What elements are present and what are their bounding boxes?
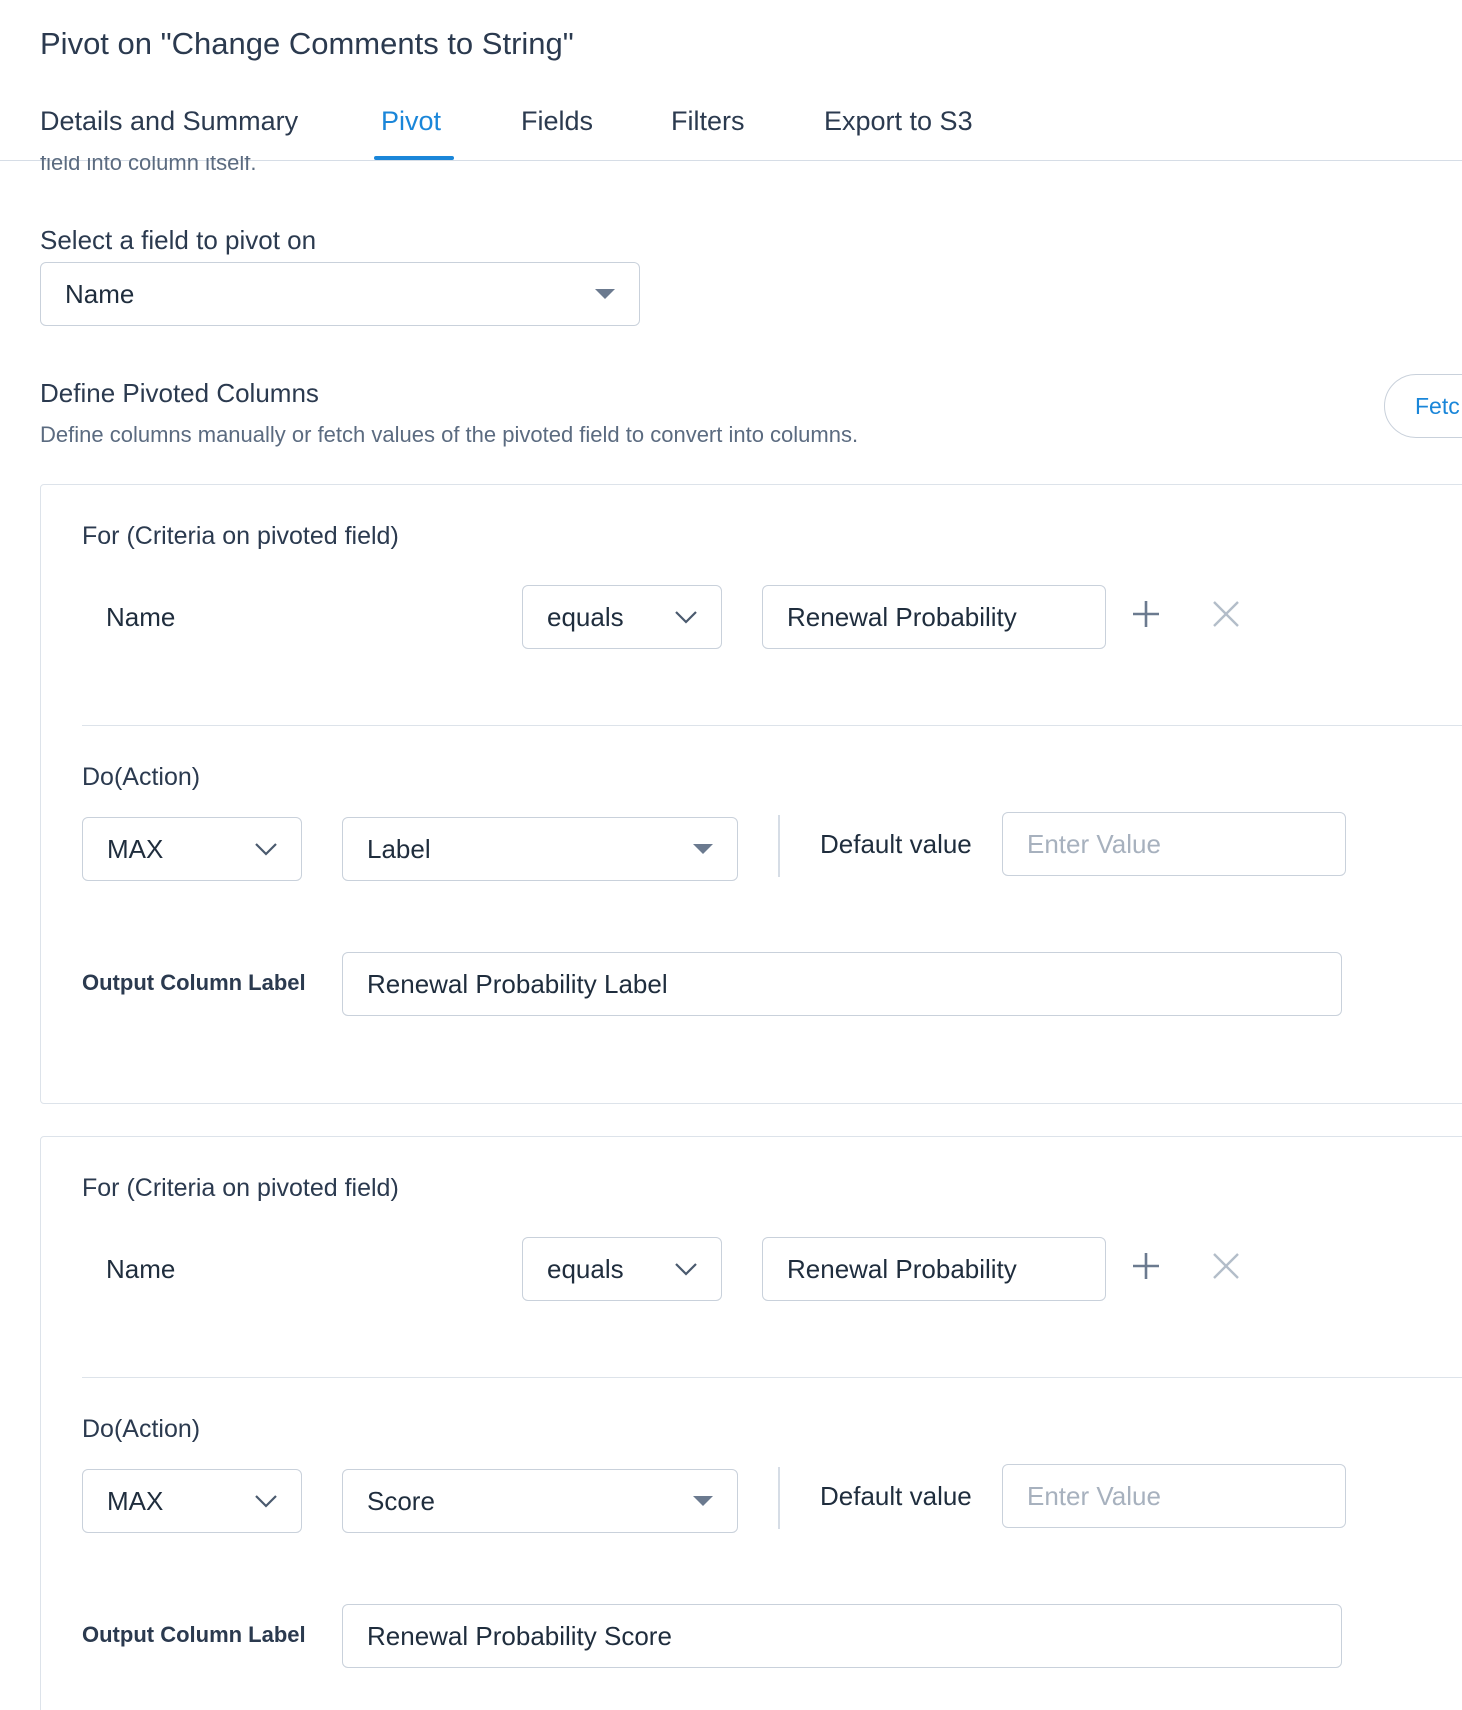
fetch-values-button[interactable]: Fetc [1384, 374, 1462, 438]
default-value-label: Default value [820, 829, 972, 859]
criteria-operator-value: equals [547, 1253, 624, 1284]
criteria-field-name: Name [106, 1254, 176, 1284]
default-value-input[interactable] [1002, 812, 1346, 876]
criteria-operator-select[interactable]: equals [522, 585, 722, 649]
action-title: Do(Action) [82, 1415, 201, 1443]
criteria-value-input[interactable]: Renewal Probability [762, 1237, 1106, 1301]
chevron-down-icon [673, 604, 699, 630]
action-divider [778, 1467, 780, 1529]
output-column-label: Output Column Label [82, 970, 306, 995]
default-value-field[interactable] [1027, 1480, 1345, 1512]
output-column-value: Renewal Probability Score [367, 1620, 672, 1651]
tab-export-to-s3[interactable]: Export to S3 [824, 106, 973, 137]
page-title: Pivot on "Change Comments to String" [40, 26, 574, 61]
criteria-title: For (Criteria on pivoted field) [82, 522, 399, 550]
output-column-input[interactable]: Renewal Probability Label [342, 952, 1342, 1016]
remove-criteria-icon[interactable] [1206, 1246, 1246, 1286]
fetch-values-button-label: Fetc [1415, 392, 1460, 419]
pivot-field-select-value: Name [65, 278, 135, 309]
action-field-select[interactable]: Label [342, 817, 738, 881]
action-field-value: Score [367, 1485, 435, 1516]
criteria-operator-value: equals [547, 601, 624, 632]
action-title: Do(Action) [82, 763, 201, 791]
action-field-select[interactable]: Score [342, 1469, 738, 1533]
tab-fields[interactable]: Fields [521, 106, 593, 137]
add-criteria-icon[interactable] [1126, 1246, 1166, 1286]
define-pivoted-columns-title: Define Pivoted Columns [40, 378, 319, 408]
aggregate-value: MAX [107, 833, 164, 864]
output-column-input[interactable]: Renewal Probability Score [342, 1604, 1342, 1668]
criteria-value-text: Renewal Probability [787, 1253, 1017, 1284]
action-field-value: Label [367, 833, 431, 864]
aggregate-value: MAX [107, 1485, 164, 1516]
remove-criteria-icon[interactable] [1206, 594, 1246, 634]
caret-down-icon [595, 289, 615, 299]
output-column-label: Output Column Label [82, 1622, 306, 1647]
select-field-label: Select a field to pivot on [40, 225, 317, 255]
pivot-field-select[interactable]: Name [40, 262, 640, 326]
criteria-value-input[interactable]: Renewal Probability [762, 585, 1106, 649]
tab-pivot[interactable]: Pivot [381, 106, 441, 137]
criteria-field-name: Name [106, 602, 176, 632]
tab-filters[interactable]: Filters [671, 106, 745, 137]
add-criteria-icon[interactable] [1126, 594, 1166, 634]
output-column-value: Renewal Probability Label [367, 968, 668, 999]
criteria-value-text: Renewal Probability [787, 601, 1017, 632]
action-divider [778, 815, 780, 877]
default-value-label: Default value [820, 1481, 972, 1511]
criteria-operator-select[interactable]: equals [522, 1237, 722, 1301]
chevron-down-icon [253, 1488, 279, 1514]
chevron-down-icon [673, 1256, 699, 1282]
caret-down-icon [693, 1496, 713, 1506]
pivot-help-text: field into column itself. [40, 156, 257, 175]
card-divider [82, 1377, 1462, 1378]
aggregate-select[interactable]: MAX [82, 1469, 302, 1533]
aggregate-select[interactable]: MAX [82, 817, 302, 881]
default-value-field[interactable] [1027, 828, 1345, 860]
chevron-down-icon [253, 836, 279, 862]
criteria-title: For (Criteria on pivoted field) [82, 1174, 399, 1202]
card-divider [82, 725, 1462, 726]
caret-down-icon [693, 844, 713, 854]
default-value-input[interactable] [1002, 1464, 1346, 1528]
define-pivoted-columns-description: Define columns manually or fetch values … [40, 422, 859, 447]
tab-details-and-summary[interactable]: Details and Summary [40, 106, 298, 137]
